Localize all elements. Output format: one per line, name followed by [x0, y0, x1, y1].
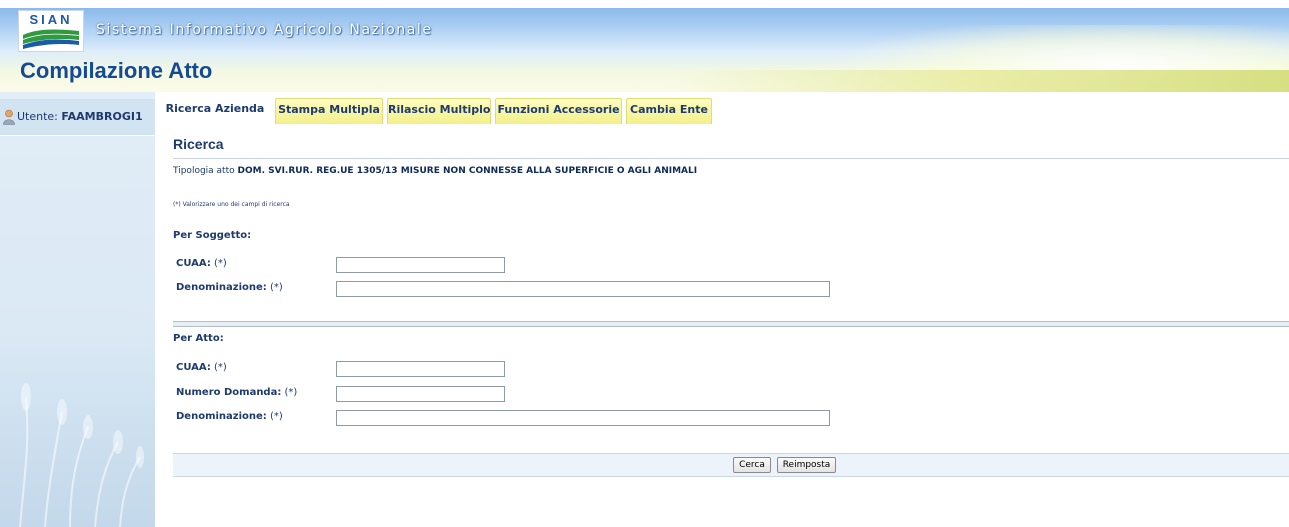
user-label: Utente:: [17, 110, 58, 123]
user-name: FAAMBROGI1: [61, 110, 143, 123]
cerca-button[interactable]: Cerca: [733, 457, 771, 473]
user-icon: [3, 109, 15, 125]
atto-numero-domanda-input[interactable]: [336, 386, 505, 402]
tab-stampa-multipla[interactable]: Stampa Multipla: [275, 98, 383, 124]
tipologia-value: DOM. SVI.RUR. REG.UE 1305/13 MISURE NON …: [237, 166, 698, 176]
soggetto-cuaa-input[interactable]: [336, 257, 505, 273]
required-note: (*) Valorizzare uno dei campi di ricerca: [173, 201, 290, 208]
soggetto-denominazione-label: Denominazione: (*): [176, 282, 283, 293]
header-banner: SIAN Sistema Informativo Agricolo Nazion…: [0, 0, 1289, 92]
main-content: Ricerca Azienda Stampa Multipla Rilascio…: [155, 92, 1289, 527]
tipologia-label: Tipologia atto: [173, 166, 235, 176]
tipologia-atto: Tipologia atto DOM. SVI.RUR. REG.UE 1305…: [173, 166, 697, 176]
sidebar: Utente: FAAMBROGI1: [0, 92, 155, 527]
atto-cuaa-input[interactable]: [336, 361, 505, 377]
tab-rilascio-multiplo[interactable]: Rilascio Multiplo: [387, 98, 491, 124]
reimposta-button[interactable]: Reimposta: [777, 457, 836, 473]
button-bar: Cerca Reimposta: [173, 453, 1289, 477]
tab-funzioni-accessorie[interactable]: Funzioni Accessorie: [495, 98, 622, 124]
page-title: Compilazione Atto: [20, 58, 213, 83]
wheat-decoration: [19, 383, 144, 527]
per-atto-title: Per Atto:: [173, 333, 224, 344]
tab-cambia-ente[interactable]: Cambia Ente: [626, 98, 712, 124]
brand-title: Sistema Informativo Agricolo Nazionale: [96, 22, 433, 38]
title-divider: [173, 158, 1289, 159]
user-info: Utente: FAAMBROGI1: [0, 99, 155, 136]
sian-logo: SIAN: [18, 10, 84, 52]
per-soggetto-title: Per Soggetto:: [173, 230, 252, 241]
banner-top-line: [0, 0, 1289, 8]
section-title: Ricerca: [173, 136, 224, 152]
banner-grass: [669, 70, 1289, 92]
logo-field-waves-icon: [23, 29, 79, 49]
atto-numero-domanda-label: Numero Domanda: (*): [176, 387, 298, 398]
atto-denominazione-input[interactable]: [336, 410, 830, 426]
atto-denominazione-label: Denominazione: (*): [176, 411, 283, 422]
tab-ricerca-azienda[interactable]: Ricerca Azienda: [163, 98, 267, 124]
section-separator: [173, 321, 1289, 327]
soggetto-cuaa-label: CUAA: (*): [176, 258, 227, 269]
atto-cuaa-label: CUAA: (*): [176, 362, 227, 373]
logo-text: SIAN: [29, 12, 73, 27]
soggetto-denominazione-input[interactable]: [336, 281, 830, 297]
